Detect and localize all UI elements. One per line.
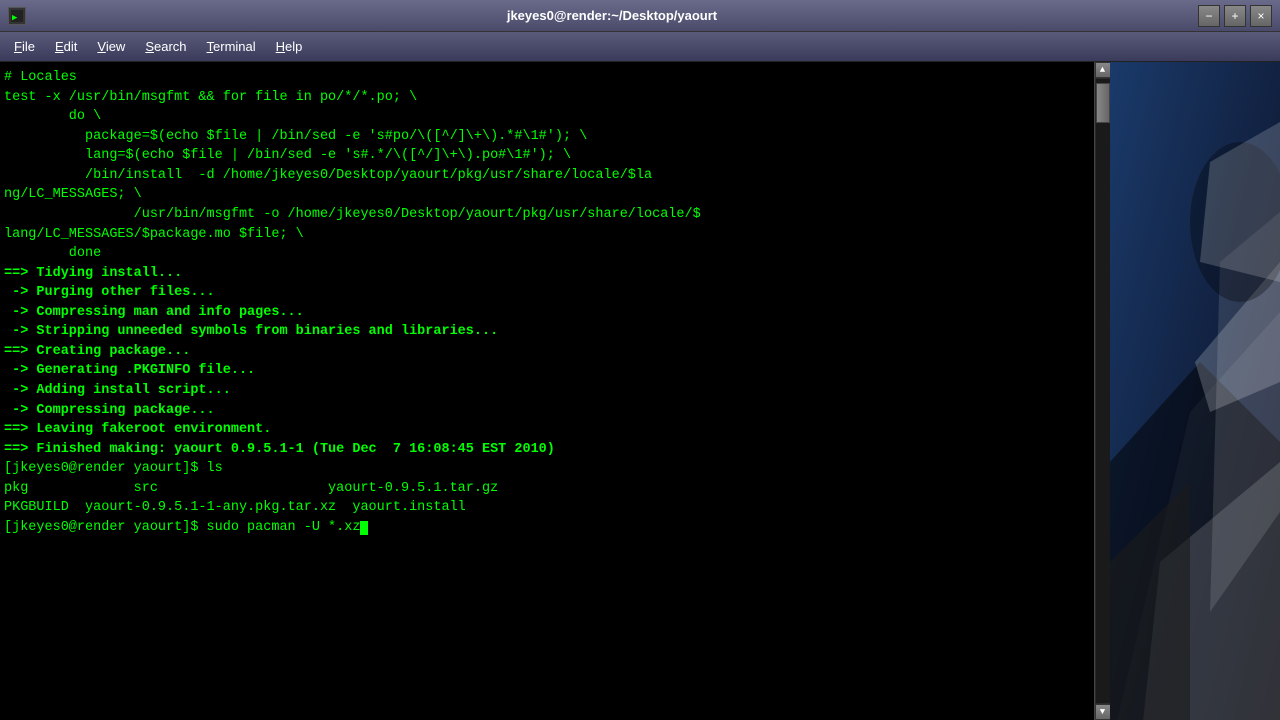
terminal-line-15: ==> Creating package... bbox=[4, 342, 1090, 362]
svg-text:▶: ▶ bbox=[12, 13, 18, 22]
terminal-line-7: ng/LC_MESSAGES; \ bbox=[4, 185, 1090, 205]
terminal-line-18: -> Compressing package... bbox=[4, 401, 1090, 421]
terminal-line-2: test -x /usr/bin/msgfmt && for file in p… bbox=[4, 88, 1090, 108]
terminal-line-12: -> Purging other files... bbox=[4, 283, 1090, 303]
terminal-line-23: PKGBUILD yaourt-0.9.5.1-1-any.pkg.tar.xz… bbox=[4, 498, 1090, 518]
close-button[interactable]: × bbox=[1250, 5, 1272, 27]
terminal-line-8: /usr/bin/msgfmt -o /home/jkeyes0/Desktop… bbox=[4, 205, 1090, 225]
menu-terminal[interactable]: Terminal bbox=[197, 35, 266, 58]
cursor bbox=[360, 521, 368, 535]
terminal-output[interactable]: # Locales test -x /usr/bin/msgfmt && for… bbox=[0, 62, 1094, 720]
maximize-button[interactable]: + bbox=[1224, 5, 1246, 27]
menu-edit[interactable]: Edit bbox=[45, 35, 87, 58]
scrollbar-track[interactable] bbox=[1096, 79, 1110, 703]
terminal-icon: ▶ bbox=[8, 7, 26, 25]
scroll-up-button[interactable]: ▲ bbox=[1095, 62, 1111, 78]
menu-search[interactable]: Search bbox=[135, 35, 196, 58]
terminal-line-3: do \ bbox=[4, 107, 1090, 127]
title-bar: ▶ jkeyes0@render:~/Desktop/yaourt − + × bbox=[0, 0, 1280, 32]
terminal-line-16: -> Generating .PKGINFO file... bbox=[4, 361, 1090, 381]
panel-decoration bbox=[1110, 62, 1280, 720]
terminal-line-21: [jkeyes0@render yaourt]$ ls bbox=[4, 459, 1090, 479]
terminal-line-22: pkg src yaourt-0.9.5.1.tar.gz bbox=[4, 479, 1090, 499]
terminal-line-6: /bin/install -d /home/jkeyes0/Desktop/ya… bbox=[4, 166, 1090, 186]
terminal-line-11: ==> Tidying install... bbox=[4, 264, 1090, 284]
window-title: jkeyes0@render:~/Desktop/yaourt bbox=[26, 8, 1198, 23]
menu-file[interactable]: File bbox=[4, 35, 45, 58]
terminal-line-5: lang=$(echo $file | /bin/sed -e 's#.*/\(… bbox=[4, 146, 1090, 166]
scrollbar[interactable]: ▲ ▼ bbox=[1094, 62, 1110, 720]
menu-help[interactable]: Help bbox=[266, 35, 313, 58]
scroll-down-button[interactable]: ▼ bbox=[1095, 704, 1111, 720]
terminal-line-20: ==> Finished making: yaourt 0.9.5.1-1 (T… bbox=[4, 440, 1090, 460]
minimize-button[interactable]: − bbox=[1198, 5, 1220, 27]
terminal-line-19: ==> Leaving fakeroot environment. bbox=[4, 420, 1090, 440]
terminal-line-24: [jkeyes0@render yaourt]$ sudo pacman -U … bbox=[4, 518, 1090, 538]
menu-bar: File Edit View Search Terminal Help bbox=[0, 32, 1280, 62]
terminal-line-13: -> Compressing man and info pages... bbox=[4, 303, 1090, 323]
terminal-line-9: lang/LC_MESSAGES/$package.mo $file; \ bbox=[4, 225, 1090, 245]
scrollbar-thumb[interactable] bbox=[1096, 83, 1110, 123]
terminal-line-10: done bbox=[4, 244, 1090, 264]
window-controls: − + × bbox=[1198, 5, 1272, 27]
terminal-line-1: # Locales bbox=[4, 68, 1090, 88]
terminal-wrapper: # Locales test -x /usr/bin/msgfmt && for… bbox=[0, 62, 1280, 720]
terminal-line-14: -> Stripping unneeded symbols from binar… bbox=[4, 322, 1090, 342]
terminal-line-17: -> Adding install script... bbox=[4, 381, 1090, 401]
menu-view[interactable]: View bbox=[87, 35, 135, 58]
right-panel bbox=[1110, 62, 1280, 720]
terminal-line-4: package=$(echo $file | /bin/sed -e 's#po… bbox=[4, 127, 1090, 147]
